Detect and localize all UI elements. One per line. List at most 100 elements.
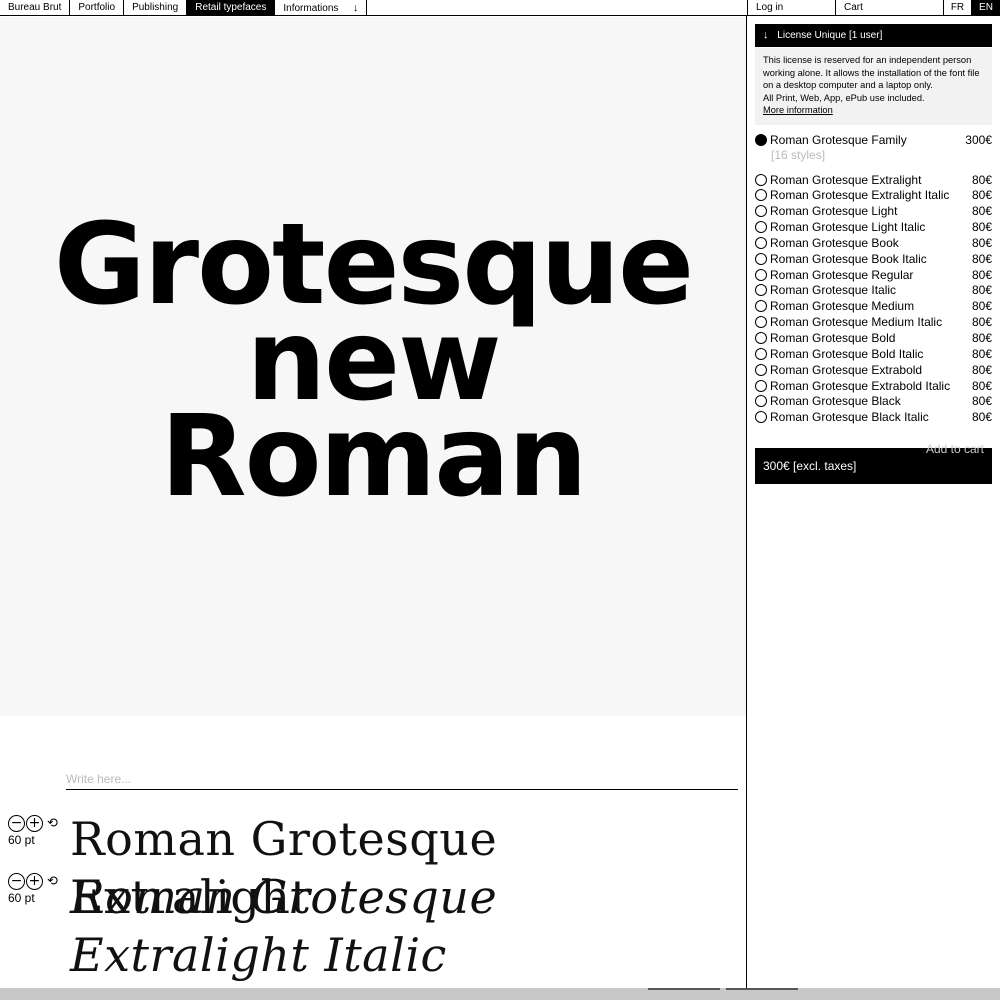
plus-circle-icon[interactable]: + bbox=[26, 872, 43, 890]
nav-item-informations[interactable]: Informations ↓ bbox=[275, 0, 368, 16]
option-price: 80€ bbox=[971, 346, 992, 361]
option-name: Roman Grotesque Extralight bbox=[770, 172, 922, 187]
specimen-row-extralight: − + ⟲ 60 pt Roman Grotesque Extralight bbox=[0, 812, 746, 924]
nav-item-bureau-brut[interactable]: Bureau Brut bbox=[0, 0, 71, 16]
option-price: 80€ bbox=[971, 394, 992, 409]
family-styles-count: [16 styles] bbox=[771, 148, 826, 162]
option-family[interactable]: Roman Grotesque Family 300€ bbox=[755, 132, 992, 147]
option-name: Roman Grotesque Extralight Italic bbox=[770, 188, 950, 203]
option-price: 80€ bbox=[971, 204, 992, 219]
size-readout: 60 pt bbox=[8, 833, 35, 847]
login-link[interactable]: Log in bbox=[748, 0, 836, 16]
hero-specimen: Grotesque new Roman bbox=[0, 17, 746, 716]
license-description: This license is reserved for an independ… bbox=[755, 48, 992, 125]
option-style[interactable]: Roman Grotesque Light 80€ bbox=[755, 204, 992, 219]
radio-empty-icon bbox=[755, 379, 767, 392]
option-style[interactable]: Roman Grotesque Bold Italic 80€ bbox=[755, 346, 992, 361]
option-name: Roman Grotesque Medium Italic bbox=[770, 315, 943, 330]
specimen-row-extralight-italic: − + ⟲ 60 pt Roman Grotesque Extralight I… bbox=[0, 870, 746, 988]
option-style[interactable]: Roman Grotesque Extralight 80€ bbox=[755, 172, 992, 187]
option-style[interactable]: Roman Grotesque Book Italic 80€ bbox=[755, 251, 992, 266]
option-name: Roman Grotesque Italic bbox=[770, 283, 897, 298]
minus-circle-icon[interactable]: − bbox=[8, 872, 25, 890]
radio-empty-icon bbox=[755, 411, 767, 424]
cart-link[interactable]: Cart bbox=[836, 0, 944, 16]
radio-empty-icon bbox=[755, 395, 767, 408]
option-price: 80€ bbox=[971, 251, 992, 266]
option-name: Roman Grotesque Medium bbox=[770, 299, 915, 314]
specimen-text[interactable]: Roman Grotesque Extralight Italic bbox=[70, 868, 740, 984]
option-style[interactable]: Roman Grotesque Regular 80€ bbox=[755, 267, 992, 282]
more-information-link[interactable]: More information bbox=[763, 105, 833, 115]
option-price: 80€ bbox=[971, 235, 992, 250]
option-price: 80€ bbox=[971, 299, 992, 314]
option-style[interactable]: Roman Grotesque Bold 80€ bbox=[755, 331, 992, 346]
license-dropdown[interactable]: ↓ License Unique [1 user] bbox=[755, 24, 992, 47]
option-name: Roman Grotesque Black bbox=[770, 394, 901, 409]
arrow-down-icon: ↓ bbox=[352, 1, 359, 14]
reset-icon[interactable]: ⟲ bbox=[47, 874, 58, 889]
option-price: 80€ bbox=[971, 172, 992, 187]
arrow-down-icon: ↓ bbox=[763, 29, 769, 41]
bottom-tab-1[interactable] bbox=[648, 988, 720, 990]
add-to-cart-button[interactable]: Add to cart 300€ [excl. taxes] bbox=[755, 442, 992, 484]
reset-icon[interactable]: ⟲ bbox=[47, 816, 58, 831]
option-style[interactable]: Roman Grotesque Italic 80€ bbox=[755, 283, 992, 298]
option-style[interactable]: Roman Grotesque Extralight Italic 80€ bbox=[755, 188, 992, 203]
option-name: Roman Grotesque Bold bbox=[770, 331, 896, 345]
option-style[interactable]: Roman Grotesque Extrabold Italic 80€ bbox=[755, 378, 992, 393]
bottom-tab-2[interactable] bbox=[726, 988, 798, 990]
top-nav: Bureau Brut Portfolio Publishing Retail … bbox=[0, 0, 1000, 16]
option-price: 80€ bbox=[971, 331, 992, 345]
nav-item-retail-typefaces[interactable]: Retail typefaces bbox=[187, 0, 276, 16]
radio-empty-icon bbox=[755, 268, 767, 281]
size-readout: 60 pt bbox=[8, 891, 35, 905]
radio-empty-icon bbox=[755, 173, 767, 186]
nav-item-portfolio[interactable]: Portfolio bbox=[70, 0, 125, 16]
radio-empty-icon bbox=[755, 363, 767, 376]
minus-circle-icon[interactable]: − bbox=[8, 814, 25, 832]
option-style[interactable]: Roman Grotesque Light Italic 80€ bbox=[755, 220, 992, 235]
option-name: Roman Grotesque Black Italic bbox=[770, 410, 929, 425]
radio-selected-icon bbox=[755, 133, 767, 146]
option-style[interactable]: Roman Grotesque Medium Italic 80€ bbox=[755, 315, 992, 330]
radio-empty-icon bbox=[755, 221, 767, 234]
radio-empty-icon bbox=[755, 236, 767, 249]
option-name: Roman Grotesque Regular bbox=[770, 267, 914, 282]
option-price: 80€ bbox=[971, 315, 992, 330]
cart-total: 300€ [excl. taxes] bbox=[763, 459, 857, 473]
radio-empty-icon bbox=[755, 252, 767, 265]
option-price: 80€ bbox=[971, 188, 992, 203]
nav-item-publishing[interactable]: Publishing bbox=[124, 0, 188, 16]
nav-right: Log in Cart FR EN bbox=[747, 0, 1000, 16]
radio-empty-icon bbox=[755, 189, 767, 202]
option-style[interactable]: Roman Grotesque Book 80€ bbox=[755, 235, 992, 250]
option-name: Roman Grotesque Family bbox=[770, 132, 907, 147]
option-style[interactable]: Roman Grotesque Extrabold 80€ bbox=[755, 362, 992, 377]
option-price: 80€ bbox=[971, 378, 992, 393]
lang-en[interactable]: EN bbox=[972, 0, 1000, 16]
radio-empty-icon bbox=[755, 284, 767, 297]
option-price: 80€ bbox=[971, 267, 992, 282]
lang-fr[interactable]: FR bbox=[944, 0, 972, 16]
option-name: Roman Grotesque Bold Italic bbox=[770, 346, 924, 361]
add-to-cart-label: Add to cart bbox=[925, 442, 984, 456]
radio-empty-icon bbox=[755, 332, 767, 344]
write-here-input[interactable] bbox=[66, 768, 738, 790]
license-desc-text: This license is reserved for an independ… bbox=[763, 55, 980, 90]
option-name: Roman Grotesque Book Italic bbox=[770, 251, 927, 266]
bottom-bar bbox=[0, 988, 1000, 1000]
plus-circle-icon[interactable]: + bbox=[26, 814, 43, 832]
option-price: 80€ bbox=[971, 283, 992, 298]
size-buttons: − + ⟲ bbox=[8, 814, 66, 832]
hero-line-3: Roman bbox=[160, 392, 587, 522]
option-style[interactable]: Roman Grotesque Black Italic 80€ bbox=[755, 410, 992, 425]
radio-empty-icon bbox=[755, 205, 767, 218]
option-price: 300€ bbox=[965, 132, 992, 147]
license-title: License Unique [1 user] bbox=[777, 30, 883, 41]
option-style[interactable]: Roman Grotesque Medium 80€ bbox=[755, 299, 992, 314]
size-controls: − + ⟲ 60 pt bbox=[8, 814, 66, 847]
option-name: Roman Grotesque Light bbox=[770, 204, 898, 219]
option-style[interactable]: Roman Grotesque Black 80€ bbox=[755, 394, 992, 409]
option-price: 80€ bbox=[971, 220, 992, 235]
